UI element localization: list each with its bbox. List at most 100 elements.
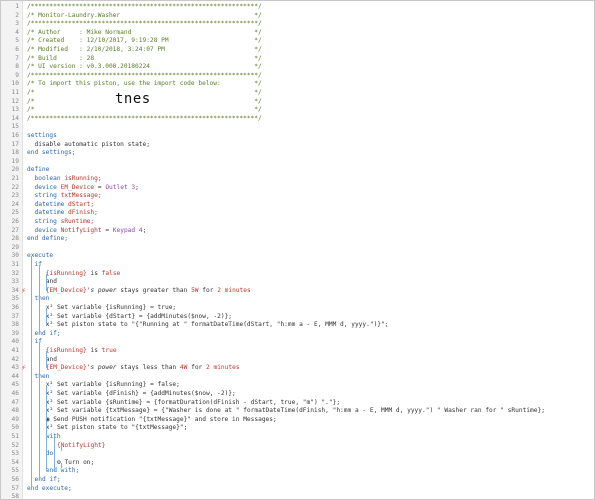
code-line: 38 x² Set piston state to "{"Running at "… — [1, 321, 594, 330]
line-number: 13 — [11, 106, 19, 114]
line-number: 15 — [11, 123, 19, 131]
code-token: end settings; — [27, 149, 76, 157]
code-line: 22 device EM_Device = Outlet 3; — [1, 184, 594, 193]
block-guide — [53, 437, 55, 472]
code-token: /* Modified : 2/10/2018, 3:24:07 PM */ — [27, 46, 262, 53]
line-number: 20 — [11, 166, 19, 174]
code-line: 13 /* */ — [1, 106, 594, 115]
code-token: Set piston state to "{"Running at " form… — [56, 321, 389, 329]
code-line: 54 ⚙ Turn on; — [1, 459, 594, 468]
code-line: 48 x² Set variable {txtMessage} = {"Washe… — [1, 407, 594, 416]
code-token: end define; — [27, 235, 68, 243]
code-token: and — [45, 355, 57, 363]
line-text: end with; — [46, 467, 80, 476]
code-token: /* Created : 12/10/2017, 9:19:28 PM */ — [27, 37, 262, 45]
line-number: 53 — [11, 450, 19, 458]
line-number: 21 — [11, 175, 19, 182]
line-text: then — [35, 295, 50, 304]
line-number: 26 — [11, 218, 19, 225]
code-token: settings — [27, 132, 57, 139]
code-token: 2 minutes — [206, 364, 240, 372]
line-text: then — [35, 373, 50, 382]
code-token: 's power — [86, 364, 117, 372]
line-text: {NotifyLight} — [57, 442, 105, 451]
line-number: 35 — [11, 295, 19, 303]
code-line: 3 /**************************************… — [1, 20, 594, 29]
code-token: 2 minutes — [217, 286, 251, 294]
line-number: 44 — [11, 372, 19, 380]
line-number: 5 — [15, 37, 19, 45]
code-token: x² — [45, 407, 57, 415]
piston-code-viewer: 1 /**************************************… — [0, 0, 595, 500]
line-text: x² Set variable {sRuntime} = {formatDura… — [46, 399, 340, 408]
code-line: 11/* */ — [1, 89, 594, 98]
code-token: Set variable {txtMessage} = {"Washer is … — [56, 407, 545, 415]
code-line: 10 /* To import this piston, use the impo… — [1, 80, 594, 89]
line-number: 56 — [11, 476, 19, 483]
line-text: settings — [27, 132, 57, 141]
code-token: {isRunning} — [45, 347, 87, 354]
block-guide — [46, 385, 48, 472]
line-text: {isRunning} is true — [46, 347, 117, 356]
line-text: {EM_Device}'s power stays greater than 5… — [46, 287, 251, 296]
line-number: 7 — [15, 54, 19, 62]
code-line: 9 /**************************************… — [1, 72, 594, 81]
line-text: string txtMessage; — [35, 192, 102, 201]
code-token: /* */ — [27, 106, 262, 114]
code-token: false — [101, 269, 121, 277]
line-number: 2 — [15, 11, 19, 19]
code-line: 26 string sRuntime; — [1, 218, 594, 227]
block-guide — [46, 308, 48, 326]
code-token: 5W — [191, 286, 199, 294]
code-token: ; — [135, 183, 139, 191]
line-text: /***************************************… — [27, 20, 262, 29]
code-token: {EM_Device} — [45, 364, 87, 372]
code-line: 57 end execute; — [1, 485, 594, 494]
code-line: 17 disable automatic piston state; — [1, 141, 594, 150]
code-token: {isRunning} — [45, 269, 87, 277]
code-line: 24 datetime dStart; — [1, 201, 594, 210]
code-token: Set variable {sRuntime} = {formatDuratio… — [56, 398, 341, 406]
code-token: {NotifyLight} — [57, 441, 106, 449]
code-line: 42 and — [1, 356, 594, 365]
code-token: string — [34, 192, 57, 200]
trigger-bolt-icon: ⚡ — [21, 286, 26, 295]
line-text: /* Monitor-Laundry.Washer */ — [27, 12, 262, 21]
line-text: /***************************************… — [27, 3, 262, 12]
code-line: 50 x² Set piston state to "{txtMessage}"; — [1, 424, 594, 433]
line-number: 33 — [11, 278, 19, 286]
code-token: end execute; — [27, 484, 72, 492]
line-text: /***************************************… — [27, 115, 262, 124]
code-token: isRunning; — [64, 175, 102, 182]
line-number: 4 — [15, 28, 19, 36]
code-line: 27 device NotifyLight = Keypad 4; — [1, 227, 594, 236]
code-line: 36 x² Set variable {isRunning} = true; — [1, 304, 594, 313]
code-line: 41 {isRunning} is true — [1, 347, 594, 356]
code-token: stays less than — [120, 364, 177, 372]
line-text: string sRuntime; — [35, 218, 95, 227]
code-token: x² — [45, 321, 57, 329]
line-text: ⚙ Turn on; — [57, 459, 94, 468]
line-number: 14 — [11, 114, 19, 122]
code-line: 6 /* Modified : 2/10/2018, 3:24:07 PM */ — [1, 46, 594, 55]
trigger-bolt-icon: ⚡ — [21, 364, 26, 373]
line-number: 23 — [11, 192, 19, 200]
block-guide — [61, 462, 63, 468]
code-token: EM_Device — [60, 183, 95, 191]
import-code[interactable]: tnes — [115, 91, 151, 107]
line-number: 24 — [11, 200, 19, 208]
line-text: /***************************************… — [27, 72, 262, 81]
line-text: x² Set variable {txtMessage} = {"Washer … — [46, 407, 545, 416]
code-line: 28 end define; — [1, 235, 594, 244]
line-number: 6 — [15, 46, 19, 53]
line-number: 9 — [15, 71, 19, 79]
line-number: 57 — [11, 484, 19, 492]
code-line: 49 ◉ Send PUSH notification "{txtMessage}… — [1, 416, 594, 425]
code-token: 's power — [86, 286, 117, 294]
code-token: for — [191, 364, 203, 372]
code-line: 21 boolean isRunning; — [1, 175, 594, 184]
code-line: 20 define — [1, 166, 594, 175]
code-line: 45 x² Set variable {isRunning} = false; — [1, 381, 594, 390]
code-line: 35 then — [1, 295, 594, 304]
line-text: /* Build : 28 */ — [27, 55, 262, 64]
